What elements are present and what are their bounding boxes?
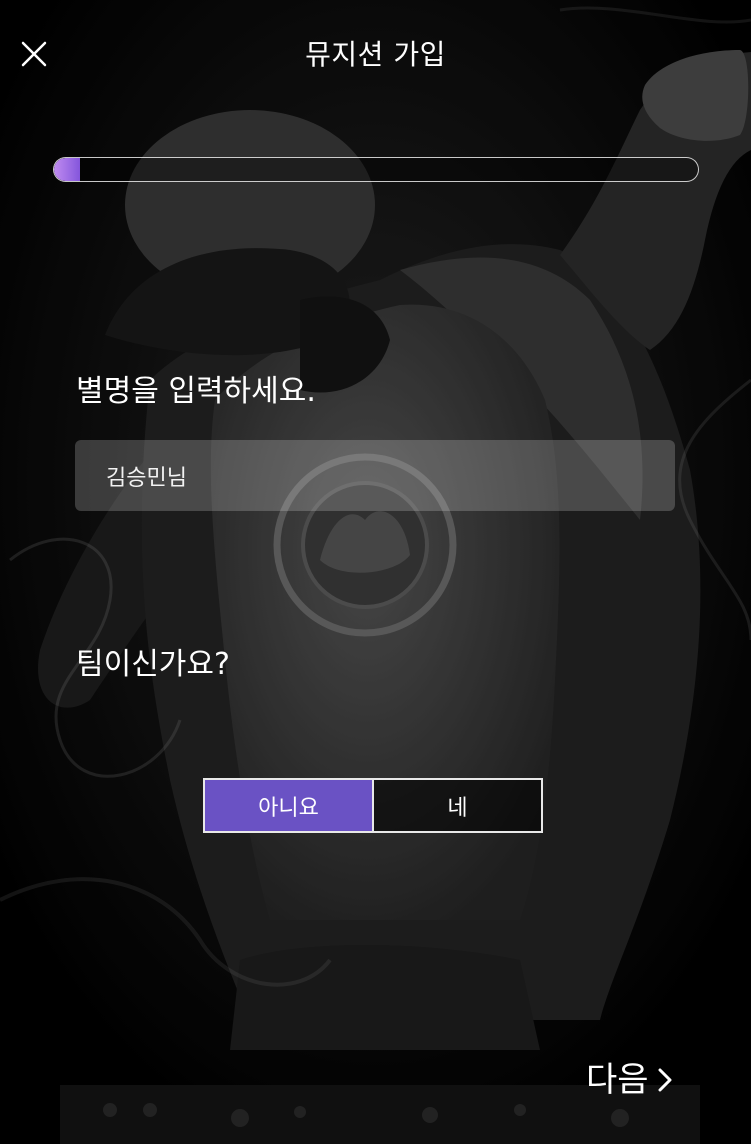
team-option-no[interactable]: 아니요 <box>205 780 372 831</box>
nickname-label: 별명을 입력하세요. <box>76 374 316 409</box>
team-toggle: 아니요 네 <box>203 778 543 833</box>
progress-fill <box>54 158 80 181</box>
nickname-input[interactable] <box>75 440 675 511</box>
team-option-yes[interactable]: 네 <box>372 780 541 831</box>
team-question: 팀이신가요? <box>76 647 230 682</box>
signup-progress-bar <box>53 157 699 182</box>
next-button[interactable]: 다음 <box>586 1058 672 1102</box>
next-label: 다음 <box>586 1060 649 1100</box>
page-title: 뮤지션 가입 <box>305 38 446 71</box>
chevron-right-icon <box>658 1068 672 1092</box>
